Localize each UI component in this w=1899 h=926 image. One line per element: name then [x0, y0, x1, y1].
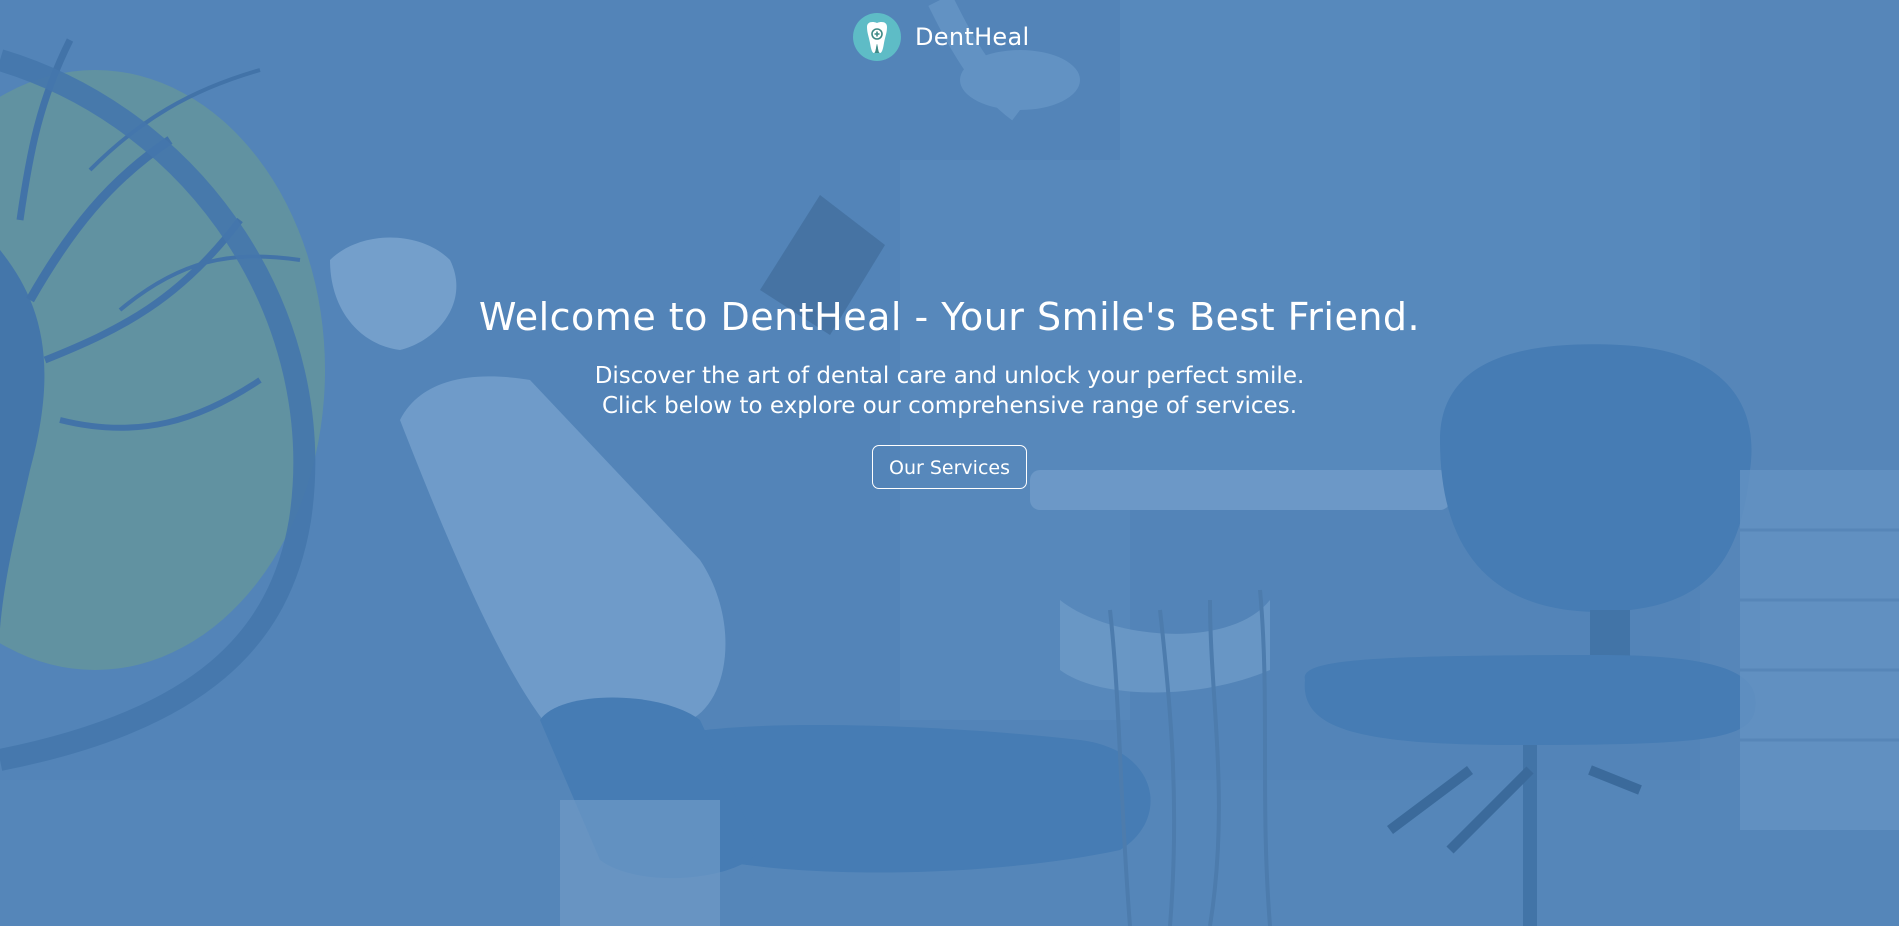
tooth-icon [853, 13, 901, 61]
hero-subtitle-line-2: Click below to explore our comprehensive… [601, 393, 1298, 419]
hero-subtitle: Discover the art of dental care and unlo… [0, 361, 1899, 421]
brand[interactable]: DentHeal [853, 13, 1029, 61]
hero-title: Welcome to DentHeal - Your Smile's Best … [478, 295, 1421, 339]
brand-name: DentHeal [915, 23, 1030, 51]
hero-subtitle-line-1: Discover the art of dental care and unlo… [594, 363, 1305, 389]
our-services-button[interactable]: Our Services [872, 445, 1027, 489]
hero-section: Welcome to DentHeal - Your Smile's Best … [0, 292, 1899, 489]
